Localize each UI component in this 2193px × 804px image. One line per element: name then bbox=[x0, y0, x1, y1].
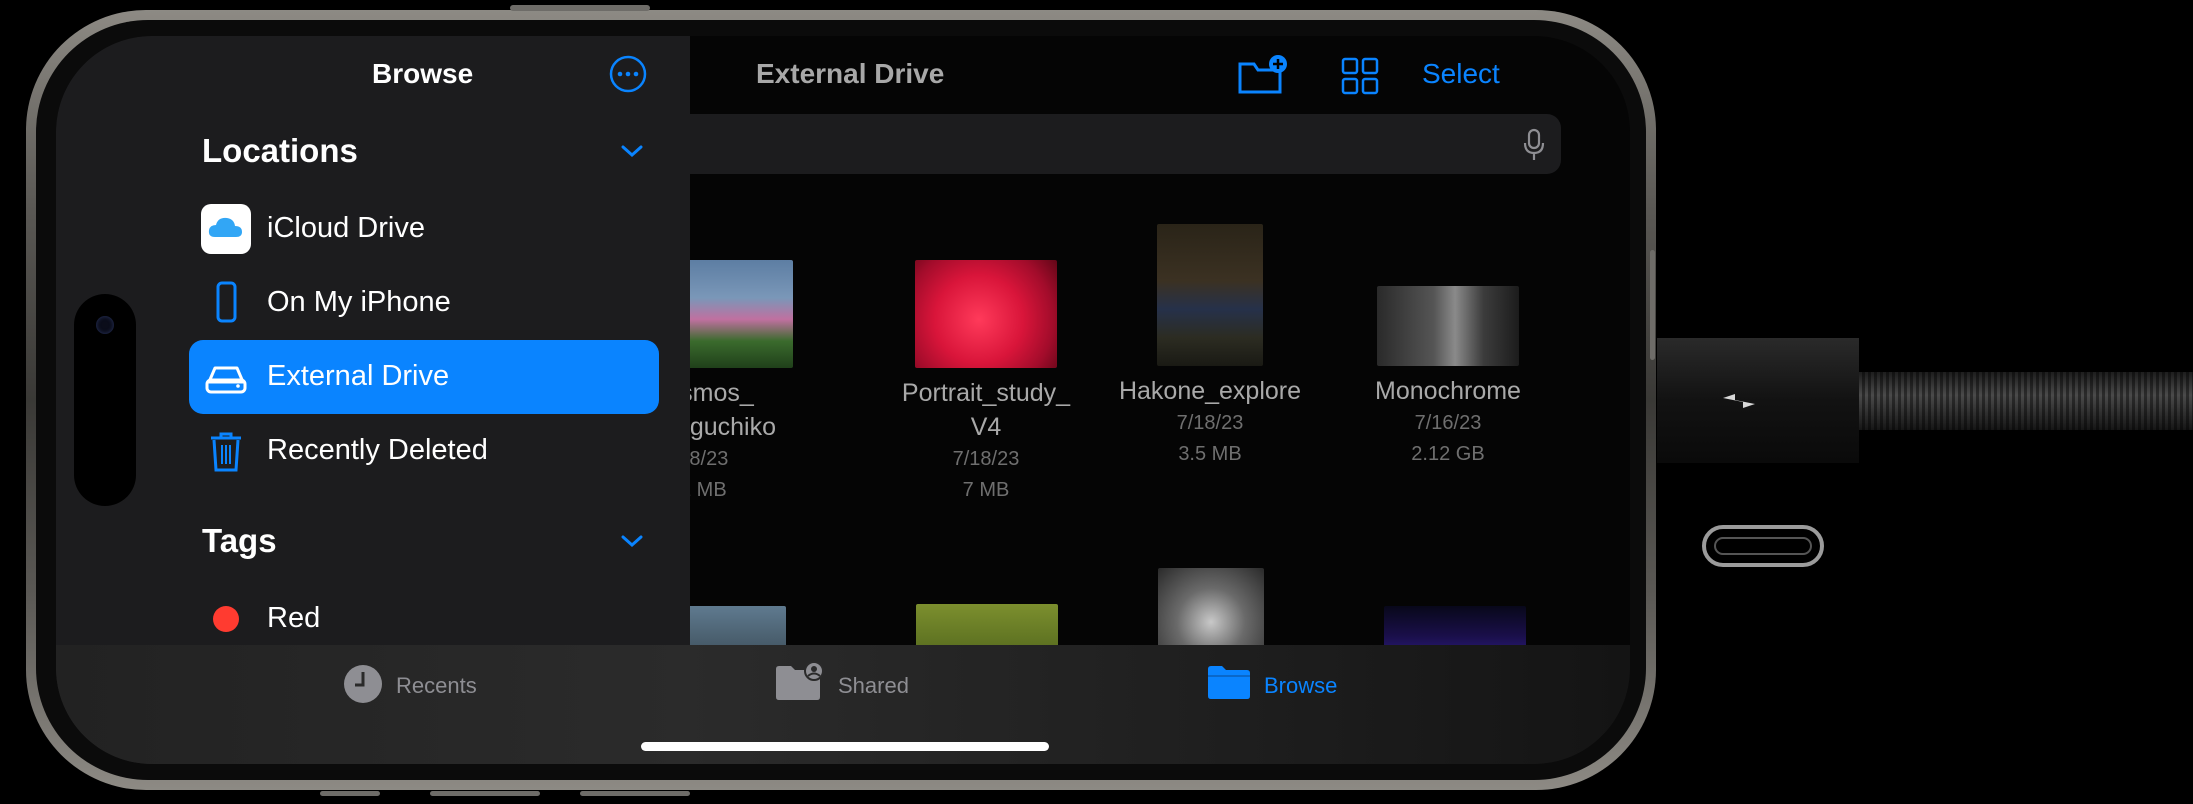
dynamic-island bbox=[74, 294, 136, 506]
chevron-down-icon[interactable] bbox=[620, 532, 644, 550]
power-button bbox=[1650, 250, 1655, 360]
file-thumbnail bbox=[1157, 224, 1263, 366]
ellipsis-circle-icon[interactable] bbox=[608, 54, 648, 94]
file-date: 7/16/23 bbox=[1414, 412, 1482, 434]
trash-icon bbox=[211, 432, 241, 472]
icloud-icon bbox=[201, 204, 251, 254]
usb-c-port bbox=[1702, 525, 1824, 567]
page-title: External Drive bbox=[756, 58, 945, 89]
side-button bbox=[580, 791, 690, 796]
tab-label: Browse bbox=[1264, 673, 1338, 698]
file-name: Hakone_explore bbox=[1118, 377, 1302, 405]
file-thumbnail bbox=[915, 260, 1057, 368]
external-drive-icon bbox=[205, 366, 247, 394]
sidebar-item-external-drive[interactable]: External Drive bbox=[189, 340, 659, 414]
file-thumbnail bbox=[1377, 286, 1519, 366]
file-item[interactable]: Portrait_study_ V4 7/18/23 7 MB bbox=[886, 260, 1086, 506]
tab-browse[interactable]: Browse bbox=[1206, 659, 1356, 709]
thunderbolt-icon bbox=[1723, 394, 1755, 408]
sidebar-item-label: Red bbox=[267, 602, 321, 634]
side-button bbox=[430, 791, 540, 796]
red-tag-dot-icon bbox=[213, 606, 239, 632]
file-item[interactable]: Hakone_explore 7/18/23 3.5 MB bbox=[1110, 224, 1310, 470]
folder-badge-plus-icon[interactable] bbox=[1236, 54, 1290, 98]
file-item[interactable]: Monochrome 7/16/23 2.12 GB bbox=[1348, 286, 1548, 470]
tab-label: Shared bbox=[838, 673, 909, 698]
clock-icon bbox=[344, 665, 382, 703]
sidebar-item-on-my-iphone[interactable]: On My iPhone bbox=[189, 266, 659, 340]
sidebar-item-label: iCloud Drive bbox=[267, 212, 425, 244]
chevron-down-icon[interactable] bbox=[620, 142, 644, 160]
iphone-icon bbox=[216, 281, 237, 323]
shared-folder-icon bbox=[776, 661, 824, 700]
side-button bbox=[320, 791, 380, 796]
volume-button bbox=[510, 5, 650, 11]
file-date: 7/18/23 bbox=[952, 448, 1020, 470]
usb-c-cable-plug bbox=[1657, 338, 1859, 463]
select-button[interactable]: Select bbox=[1422, 58, 1500, 90]
microphone-icon[interactable] bbox=[1523, 128, 1545, 162]
folder-icon bbox=[1208, 666, 1250, 699]
screen: External Drive Select osmos_ awaguchiko … bbox=[56, 36, 1630, 764]
sidebar-item-label: Recently Deleted bbox=[267, 434, 488, 466]
sidebar-item-recently-deleted[interactable]: Recently Deleted bbox=[189, 414, 659, 488]
tab-label: Recents bbox=[396, 673, 477, 698]
tab-recents[interactable]: Recents bbox=[342, 659, 492, 709]
file-size: 3.5 MB bbox=[1178, 443, 1242, 465]
sidebar-item-label: On My iPhone bbox=[267, 286, 451, 318]
file-size: 7 MB bbox=[962, 479, 1010, 501]
file-name: Portrait_study_ V4 bbox=[901, 379, 1071, 441]
file-date: 7/18/23 bbox=[1176, 412, 1244, 434]
locations-header[interactable]: Locations bbox=[202, 132, 358, 170]
braided-cable bbox=[1859, 372, 2193, 430]
file-name: Monochrome bbox=[1375, 377, 1521, 405]
front-camera-icon bbox=[96, 316, 114, 334]
tab-shared[interactable]: Shared bbox=[774, 659, 934, 709]
tags-header[interactable]: Tags bbox=[202, 522, 277, 560]
home-indicator[interactable] bbox=[641, 742, 1049, 751]
sidebar-item-icloud-drive[interactable]: iCloud Drive bbox=[189, 192, 659, 266]
sidebar-item-label: External Drive bbox=[267, 360, 450, 392]
file-size: 2.12 GB bbox=[1411, 443, 1485, 465]
sidebar-title: Browse bbox=[372, 58, 474, 89]
grid-view-icon[interactable] bbox=[1340, 56, 1380, 96]
